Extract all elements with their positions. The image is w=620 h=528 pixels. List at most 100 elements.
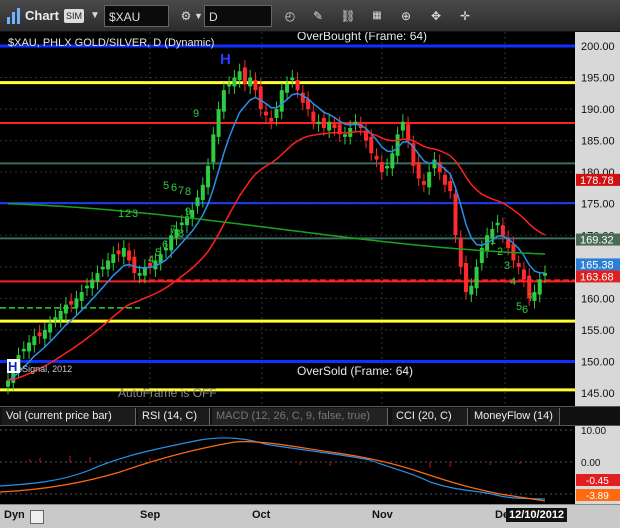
candle-body [211,134,216,163]
link-chain-icon[interactable]: ⛓ [337,5,359,27]
autoframe-label: AutoFrame is OFF [118,386,217,400]
candle-body [95,273,100,282]
sequence-number: 7 [178,185,184,197]
sequence-number: 6 [171,182,177,194]
candle-body [216,109,221,137]
indicator-tabs: Vol (current price bar) RSI (14, C) MACD… [0,406,620,426]
tab-macd[interactable]: MACD (12, 26, C, 9, false, true) [212,408,388,425]
tab-rsi[interactable]: RSI (14, C) [138,408,210,425]
candle-body [242,67,247,84]
candle-body [63,304,68,314]
candle-body [400,121,405,131]
candle-body [406,124,411,141]
candle-body [27,342,32,352]
candle-body [274,109,279,118]
sequence-number: 1 [490,235,496,247]
price-tick: 175.00 [581,199,615,211]
candle-body [537,279,542,295]
chart-title: $XAU, PHLX GOLD/SILVER, D (Dynamic) [8,37,214,49]
candle-body [285,83,290,93]
candle-body [248,77,253,87]
tab-cci[interactable]: CCI (20, C) [392,408,468,425]
sequence-number: 8 [185,186,191,198]
candle-body [169,235,174,251]
candle-body [127,250,132,261]
candle-body [121,247,126,257]
candle-body [521,269,526,280]
candle-body [221,90,226,112]
candle-body [200,184,205,200]
candle-body [342,134,347,137]
price-tick: 200.00 [581,41,615,53]
sequence-number: 1 [118,208,124,220]
candle-body [132,256,137,274]
crosshair-icon[interactable]: ✛ [454,5,476,27]
candle-body [84,285,89,289]
candle-body [311,111,316,122]
candle-body [332,124,337,129]
macd-panel[interactable]: 10.00 0.00 -0.45 -3.89 [0,426,620,504]
x-label-nov: Nov [372,509,393,521]
price-chart[interactable]: 200.00195.00190.00185.00180.00175.00170.… [0,32,620,406]
candle-body [79,292,84,301]
sequence-number: 8 [178,228,184,240]
symbol-input[interactable]: $XAU [104,5,169,27]
candle-body [106,260,111,270]
candle-body [253,80,258,91]
sim-badge: SIM [64,9,85,23]
candle-body [469,285,474,295]
interval-dropdown-icon[interactable]: ▼ [194,5,204,27]
zoom-icon[interactable]: ⊕ [395,5,417,27]
tab-volume[interactable]: Vol (current price bar) [2,408,136,425]
price-axis-bg [575,32,620,406]
candle-body [263,111,268,116]
head-marker: H [220,51,231,68]
price-tag-label: 169.32 [580,235,614,247]
candle-body [90,279,95,289]
candle-body [453,193,458,236]
candle-body [53,317,58,320]
candle-body [369,136,374,154]
candle-body [237,71,242,81]
candle-body [385,165,390,169]
candle-body [300,92,305,103]
candle-body [258,86,263,110]
sequence-number: 9 [193,108,199,120]
sequence-number: 9 [185,206,191,218]
sequence-number: 5 [155,247,161,259]
candle-body [206,165,211,188]
tools-icon[interactable]: ✥ [425,5,447,27]
price-tag-label: 178.78 [580,175,614,187]
candle-body [458,237,463,267]
candle-body [137,273,142,276]
candle-body [442,174,447,185]
interval-input[interactable]: D [204,5,272,27]
candle-body [379,162,384,173]
macd-value-label: -0.45 [586,476,609,487]
macd-signal-label: -3.89 [586,491,609,502]
draw-pencil-icon[interactable]: ✎ [307,5,329,27]
symbol-dropdown-icon[interactable]: ▼ [90,5,104,27]
candle-body [290,77,295,81]
candle-body [374,155,379,160]
candle-body [111,254,116,264]
bar-type-icon[interactable]: ▦ [366,5,388,27]
candle-body [6,380,10,387]
candle-body [421,181,426,185]
sequence-number: 7 [170,224,176,236]
sequence-number: 7 [528,292,534,304]
window-title: Chart [25,8,59,23]
candle-body [295,80,300,91]
scroll-button[interactable] [30,510,44,524]
sequence-number: 2 [125,208,131,220]
macd-tick: 10.00 [581,426,606,437]
candle-body [390,153,395,169]
candle-body [116,250,121,255]
tab-moneyflow[interactable]: MoneyFlow (14) [470,408,560,425]
candle-body [321,117,326,129]
price-tick: 155.00 [581,325,615,337]
refresh-clock-icon[interactable]: ◴ [279,5,301,27]
candle-body [42,329,47,339]
x-label-sep: Sep [140,509,161,521]
price-tag-label: 165.38 [580,259,614,271]
